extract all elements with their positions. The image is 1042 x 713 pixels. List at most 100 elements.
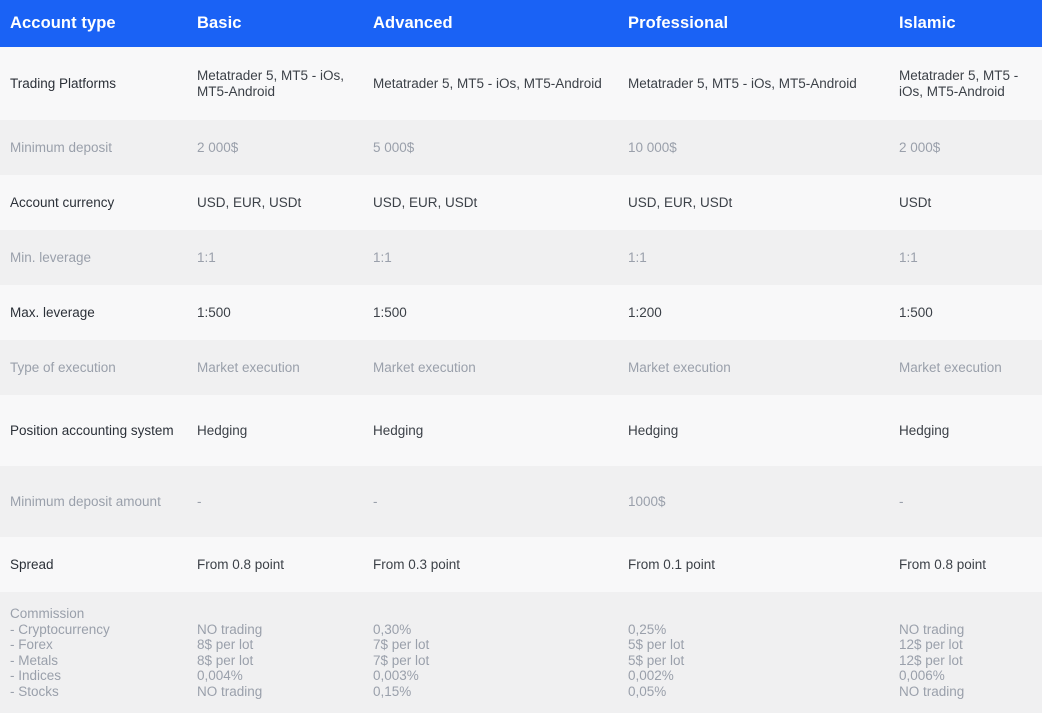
cell-advanced: From 0.3 point [363,537,618,592]
cell-value: From 0.8 point [899,556,987,572]
cell-basic: Hedging [187,395,363,466]
cell-value: USD, EUR, USDt [373,194,478,210]
cell-value: Metatrader 5, MT5 - iOs, MT5-Android [628,75,857,91]
cell-advanced: 5 000$ [363,120,618,175]
table-row: Commission - Cryptocurrency - Forex - Me… [0,592,1042,713]
cell-value: Metatrader 5, MT5 - iOs, MT5-Android [899,68,1019,99]
cell-value: Market execution [899,359,1002,375]
cell-value: Min. leverage [10,249,92,265]
cell-value: - [197,493,202,509]
row-label-position-accounting-system: Position accounting system [0,395,187,466]
cell-value: 0,30% 7$ per lot 7$ per lot 0,003% 0,15% [373,621,430,699]
cell-value: Metatrader 5, MT5 - iOs, MT5-Android [373,75,602,91]
table-row: Minimum deposit amount - - 1000$ - [0,466,1042,537]
table-row: Type of execution Market execution Marke… [0,340,1042,395]
cell-value: 1:200 [628,304,662,320]
cell-basic: 1:500 [187,285,363,340]
table-row: Position accounting system Hedging Hedgi… [0,395,1042,466]
cell-professional: Hedging [618,395,889,466]
cell-value: Position accounting system [10,422,174,438]
cell-value: 0,25% 5$ per lot 5$ per lot 0,002% 0,05% [628,621,685,699]
cell-islamic: - [889,466,1042,537]
cell-value: From 0.8 point [197,556,285,572]
cell-islamic: 2 000$ [889,120,1042,175]
table-row: Spread From 0.8 point From 0.3 point Fro… [0,537,1042,592]
cell-islamic: 1:500 [889,285,1042,340]
cell-value: From 0.1 point [628,556,716,572]
cell-basic: USD, EUR, USDt [187,175,363,230]
cell-advanced: 1:500 [363,285,618,340]
column-header-basic: Basic [187,0,363,47]
cell-value: From 0.3 point [373,556,461,572]
row-label-account-currency: Account currency [0,175,187,230]
cell-value: Hedging [628,422,679,438]
cell-professional: 1:1 [618,230,889,285]
table-row: Trading Platforms Metatrader 5, MT5 - iO… [0,47,1042,120]
row-label-spread: Spread [0,537,187,592]
cell-value: 1000$ [628,493,666,509]
cell-value: 1:500 [197,304,231,320]
cell-professional: 1:200 [618,285,889,340]
row-label-type-of-execution: Type of execution [0,340,187,395]
column-header-islamic: Islamic [889,0,1042,47]
cell-value: Hedging [197,422,248,438]
cell-advanced: Market execution [363,340,618,395]
cell-value: 1:500 [373,304,407,320]
cell-value: Hedging [899,422,950,438]
cell-value: 1:1 [899,249,918,265]
row-label-max-leverage: Max. leverage [0,285,187,340]
table-header: Account type Basic Advanced Professional… [0,0,1042,47]
cell-value: Minimum deposit [10,139,113,155]
cell-value: Trading Platforms [10,75,117,91]
cell-value: USD, EUR, USDt [197,194,302,210]
cell-basic: Market execution [187,340,363,395]
cell-professional: Metatrader 5, MT5 - iOs, MT5-Android [618,47,889,120]
row-label-minimum-deposit: Minimum deposit [0,120,187,175]
row-label-trading-platforms: Trading Platforms [0,47,187,120]
cell-value: 2 000$ [899,139,941,155]
cell-value: 5 000$ [373,139,415,155]
cell-basic: - [187,466,363,537]
cell-value: 1:500 [899,304,933,320]
cell-value: Market execution [628,359,731,375]
cell-value: NO trading 12$ per lot 12$ per lot 0,006… [899,621,965,699]
cell-value: 1:1 [197,249,216,265]
row-label-commission: Commission - Cryptocurrency - Forex - Me… [0,592,187,713]
table-row: Minimum deposit 2 000$ 5 000$ 10 000$ 2 … [0,120,1042,175]
cell-basic: NO trading 8$ per lot 8$ per lot 0,004% … [187,592,363,713]
cell-value: Type of execution [10,359,116,375]
table-body: Trading Platforms Metatrader 5, MT5 - iO… [0,47,1042,713]
cell-value: 2 000$ [197,139,239,155]
table-row: Max. leverage 1:500 1:500 1:200 1:500 [0,285,1042,340]
cell-islamic: NO trading 12$ per lot 12$ per lot 0,006… [889,592,1042,713]
cell-value: Market execution [197,359,300,375]
cell-islamic: Metatrader 5, MT5 - iOs, MT5-Android [889,47,1042,120]
row-label-minimum-deposit-amount: Minimum deposit amount [0,466,187,537]
column-header-advanced: Advanced [363,0,618,47]
cell-advanced: Metatrader 5, MT5 - iOs, MT5-Android [363,47,618,120]
cell-value: 10 000$ [628,139,677,155]
cell-value: Market execution [373,359,476,375]
cell-value: Hedging [373,422,424,438]
cell-islamic: Market execution [889,340,1042,395]
table-row: Account currency USD, EUR, USDt USD, EUR… [0,175,1042,230]
column-header-account-type: Account type [0,0,187,47]
cell-value: 1:1 [373,249,392,265]
cell-professional: From 0.1 point [618,537,889,592]
cell-professional: 10 000$ [618,120,889,175]
table-row: Min. leverage 1:1 1:1 1:1 1:1 [0,230,1042,285]
cell-advanced: 1:1 [363,230,618,285]
row-label-min-leverage: Min. leverage [0,230,187,285]
cell-professional: Market execution [618,340,889,395]
cell-value: - [899,493,904,509]
cell-advanced: Hedging [363,395,618,466]
cell-advanced: - [363,466,618,537]
column-header-professional: Professional [618,0,889,47]
cell-value: Minimum deposit amount [10,493,161,509]
cell-basic: 2 000$ [187,120,363,175]
cell-value: Commission - Cryptocurrency - Forex - Me… [10,606,110,699]
cell-professional: USD, EUR, USDt [618,175,889,230]
cell-value: - [373,493,378,509]
cell-value: Account currency [10,194,115,210]
cell-professional: 0,25% 5$ per lot 5$ per lot 0,002% 0,05% [618,592,889,713]
